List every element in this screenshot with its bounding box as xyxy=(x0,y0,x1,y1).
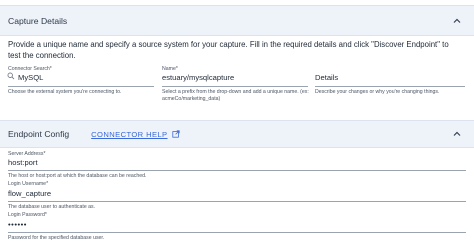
server-address-input[interactable]: host:port xyxy=(8,158,38,167)
login-username-underline xyxy=(8,201,466,202)
connector-help-link[interactable]: CONNECTOR HELP xyxy=(91,129,180,139)
server-address-label: Server Address* xyxy=(8,151,46,157)
search-icon xyxy=(7,72,15,80)
capture-details-header[interactable]: Capture Details xyxy=(0,5,474,36)
login-username-input[interactable]: flow_capture xyxy=(8,189,51,198)
connector-help-label: CONNECTOR HELP xyxy=(91,129,168,139)
login-username-label: Login Username* xyxy=(8,181,49,187)
details-underline xyxy=(315,86,465,87)
details-input[interactable]: Details xyxy=(315,73,338,82)
name-underline xyxy=(162,86,308,87)
connector-search-helper: Choose the external system you're connec… xyxy=(8,89,122,95)
capture-details-description: Provide a unique name and specify a sour… xyxy=(8,40,449,60)
capture-details-title: Capture Details xyxy=(8,15,68,26)
login-password-input[interactable]: •••••• xyxy=(8,220,27,229)
endpoint-config-title: Endpoint Config xyxy=(8,129,70,139)
details-helper: Describe your changes or why you're chan… xyxy=(315,89,440,95)
login-password-underline xyxy=(8,232,466,233)
name-input[interactable]: estuary/mysqlcapture xyxy=(162,73,234,82)
login-password-label: Login Password* xyxy=(8,212,47,218)
external-link-icon xyxy=(171,130,180,138)
server-address-underline xyxy=(8,170,466,171)
login-password-helper: Password for the specified database user… xyxy=(8,235,105,241)
connector-search-input[interactable]: MySQL xyxy=(18,73,43,82)
endpoint-config-header[interactable]: Endpoint Config CONNECTOR HELP xyxy=(0,120,474,148)
login-username-helper: The database user to authenticate as. xyxy=(8,204,96,210)
name-helper: Select a prefix from the drop-down and a… xyxy=(162,89,309,102)
name-label: Name* xyxy=(162,66,178,72)
connector-search-underline xyxy=(8,86,154,87)
server-address-helper: The host or host:port at which the datab… xyxy=(8,173,147,179)
chevron-up-icon[interactable] xyxy=(452,16,462,26)
chevron-up-icon[interactable] xyxy=(452,129,462,139)
